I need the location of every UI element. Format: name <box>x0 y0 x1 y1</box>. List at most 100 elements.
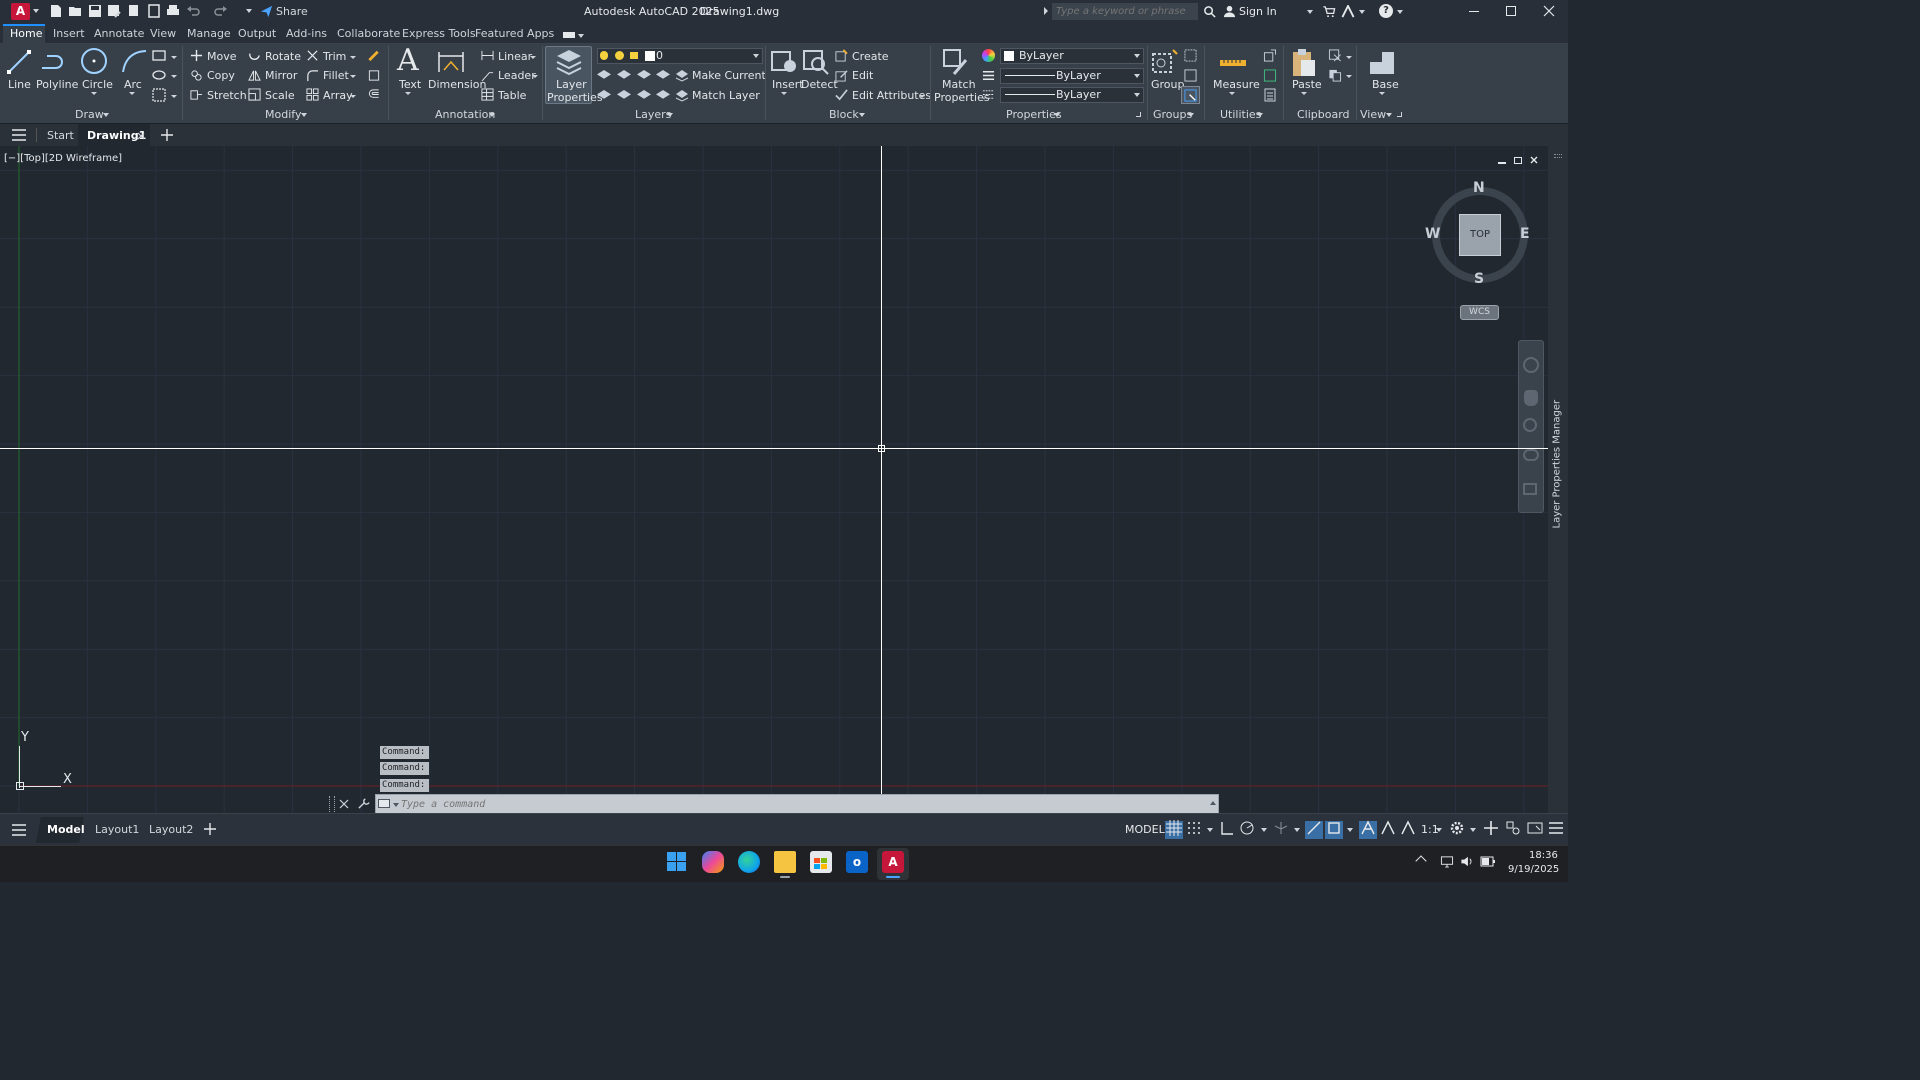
mirror-button[interactable]: Mirror <box>265 69 297 82</box>
layers-panel-title[interactable]: Layers <box>635 108 671 121</box>
steering-wheel-icon[interactable] <box>1523 357 1539 373</box>
copy-clip-chevron-icon[interactable] <box>1346 75 1352 78</box>
annotation-panel-title[interactable]: Annotation <box>435 108 495 121</box>
tab-express-tools[interactable]: Express Tools <box>402 27 476 40</box>
viewport-controls-label[interactable]: [−][Top][2D Wireframe] <box>4 153 122 164</box>
paste-chevron-icon[interactable] <box>1301 92 1307 95</box>
workspace-chevron-icon[interactable] <box>1470 828 1476 832</box>
outlook-icon[interactable]: o <box>846 851 868 873</box>
trim-chevron-icon[interactable] <box>350 56 356 59</box>
draw-panel-chevron-icon[interactable] <box>103 113 109 117</box>
edge-browser-icon[interactable] <box>738 851 760 873</box>
sign-in-button[interactable]: Sign In <box>1239 5 1277 18</box>
viewcube-top-face[interactable]: TOP <box>1459 214 1501 256</box>
wcs-menu[interactable]: WCS <box>1460 305 1499 320</box>
viewport-restore-icon[interactable] <box>1514 157 1522 164</box>
model-space-toggle[interactable]: MODEL <box>1125 823 1165 836</box>
close-window-icon[interactable] <box>1543 5 1555 17</box>
measure-chevron-icon[interactable] <box>1229 92 1235 95</box>
autodesk-account-icon[interactable] <box>1341 5 1355 18</box>
copy-clip-icon[interactable] <box>1328 69 1342 82</box>
leader-button[interactable]: Leader <box>498 69 536 82</box>
share-button[interactable]: Share <box>276 5 308 18</box>
tab-output[interactable]: Output <box>238 27 276 40</box>
groups-panel-chevron-icon[interactable] <box>1188 113 1194 117</box>
arc-dropdown-chevron-icon[interactable] <box>129 92 135 95</box>
clipboard-panel-title[interactable]: Clipboard <box>1297 108 1350 121</box>
calculator-icon[interactable] <box>1263 88 1277 102</box>
microsoft-store-icon[interactable] <box>810 851 832 873</box>
tab-collaborate[interactable]: Collaborate <box>337 27 400 40</box>
hatch-chevron-icon[interactable] <box>171 95 177 98</box>
make-current-button[interactable]: Make Current <box>692 69 766 82</box>
new-tab-plus-icon[interactable] <box>161 129 173 141</box>
snap-mode-icon[interactable] <box>1186 820 1202 836</box>
network-icon[interactable] <box>1440 855 1454 868</box>
insert-button[interactable]: Insert <box>772 78 804 91</box>
help-chevron-icon[interactable] <box>1397 10 1403 14</box>
tab-start[interactable]: Start <box>47 129 74 142</box>
command-input[interactable] <box>401 796 1191 812</box>
battery-icon[interactable] <box>1480 856 1495 867</box>
new-layout-plus-icon[interactable] <box>204 823 216 835</box>
undo-icon[interactable] <box>186 4 200 18</box>
layout-menu-icon[interactable] <box>12 824 26 836</box>
base-button[interactable]: Base <box>1372 78 1399 91</box>
customization-menu-icon[interactable] <box>1548 820 1564 836</box>
erase-icon[interactable] <box>367 49 381 62</box>
offset-icon[interactable] <box>367 88 381 101</box>
modify-panel-chevron-icon[interactable] <box>301 113 307 117</box>
cart-icon[interactable] <box>1322 5 1336 18</box>
select-all-icon[interactable] <box>1263 69 1277 82</box>
layer-properties-manager-tab[interactable]: Layer Properties Manager <box>1552 400 1563 529</box>
hamburger-menu-icon[interactable] <box>12 129 26 141</box>
dimension-button[interactable]: Dimension <box>428 78 486 91</box>
lineweight-dropdown[interactable]: ByLayer <box>1000 68 1144 84</box>
close-tab-icon[interactable] <box>137 132 145 140</box>
help-search-input[interactable] <box>1052 3 1198 20</box>
recent-commands-icon[interactable] <box>378 799 390 808</box>
layer-properties-label-2[interactable]: Properties <box>547 91 603 104</box>
group-button[interactable]: Group <box>1151 78 1185 91</box>
compass-north[interactable]: N <box>1473 180 1485 196</box>
plot-preview-icon[interactable] <box>147 4 161 18</box>
block-panel-title[interactable]: Block <box>829 108 859 121</box>
cut-chevron-icon[interactable] <box>1346 56 1352 59</box>
isometric-drafting-icon[interactable] <box>1273 820 1289 836</box>
measure-button[interactable]: Measure <box>1213 78 1260 91</box>
file-explorer-icon[interactable] <box>774 851 796 873</box>
insert-chevron-icon[interactable] <box>781 92 787 95</box>
linear-chevron-icon[interactable] <box>530 56 536 59</box>
command-close-icon[interactable] <box>339 799 349 809</box>
fillet-button[interactable]: Fillet <box>323 69 349 82</box>
isolate-objects-icon[interactable] <box>1505 820 1521 836</box>
save-as-icon[interactable] <box>107 4 121 18</box>
annotation-panel-chevron-icon[interactable] <box>489 113 495 117</box>
layers-panel-chevron-icon[interactable] <box>667 113 673 117</box>
compass-east[interactable]: E <box>1520 226 1530 242</box>
tab-layout1[interactable]: Layout1 <box>95 823 139 836</box>
view-panel-title[interactable]: View <box>1360 108 1386 121</box>
scale-chevron-icon[interactable] <box>1436 828 1442 832</box>
new-file-icon[interactable] <box>49 4 63 18</box>
lock-icon[interactable] <box>630 52 638 59</box>
view-panel-launcher-icon[interactable] <box>1397 112 1402 117</box>
compass-south[interactable]: S <box>1474 271 1484 287</box>
edit-attributes-chevron-icon[interactable] <box>919 95 925 98</box>
help-icon[interactable]: ? <box>1379 4 1393 18</box>
rectangle-chevron-icon[interactable] <box>171 56 177 59</box>
ellipse-icon[interactable] <box>152 69 166 81</box>
drawing-canvas[interactable]: [−][Top][2D Wireframe] N S E W TOP WCS Y… <box>0 146 1548 813</box>
command-line-grip[interactable] <box>329 796 335 812</box>
view-panel-chevron-icon[interactable] <box>1386 113 1392 117</box>
line-button[interactable]: Line <box>8 78 31 91</box>
color-dropdown[interactable]: ByLayer <box>1000 48 1144 64</box>
minimize-icon[interactable] <box>1469 11 1479 12</box>
hatch-icon[interactable] <box>152 88 166 102</box>
restore-icon[interactable] <box>1506 6 1516 16</box>
annotation-scale-icon[interactable] <box>1400 820 1416 836</box>
rotate-button[interactable]: Rotate <box>265 50 301 63</box>
quick-select-icon[interactable] <box>1263 49 1277 62</box>
osnap-chevron-icon[interactable] <box>1347 828 1353 832</box>
ribbon-display-chevron-icon[interactable] <box>578 34 584 38</box>
